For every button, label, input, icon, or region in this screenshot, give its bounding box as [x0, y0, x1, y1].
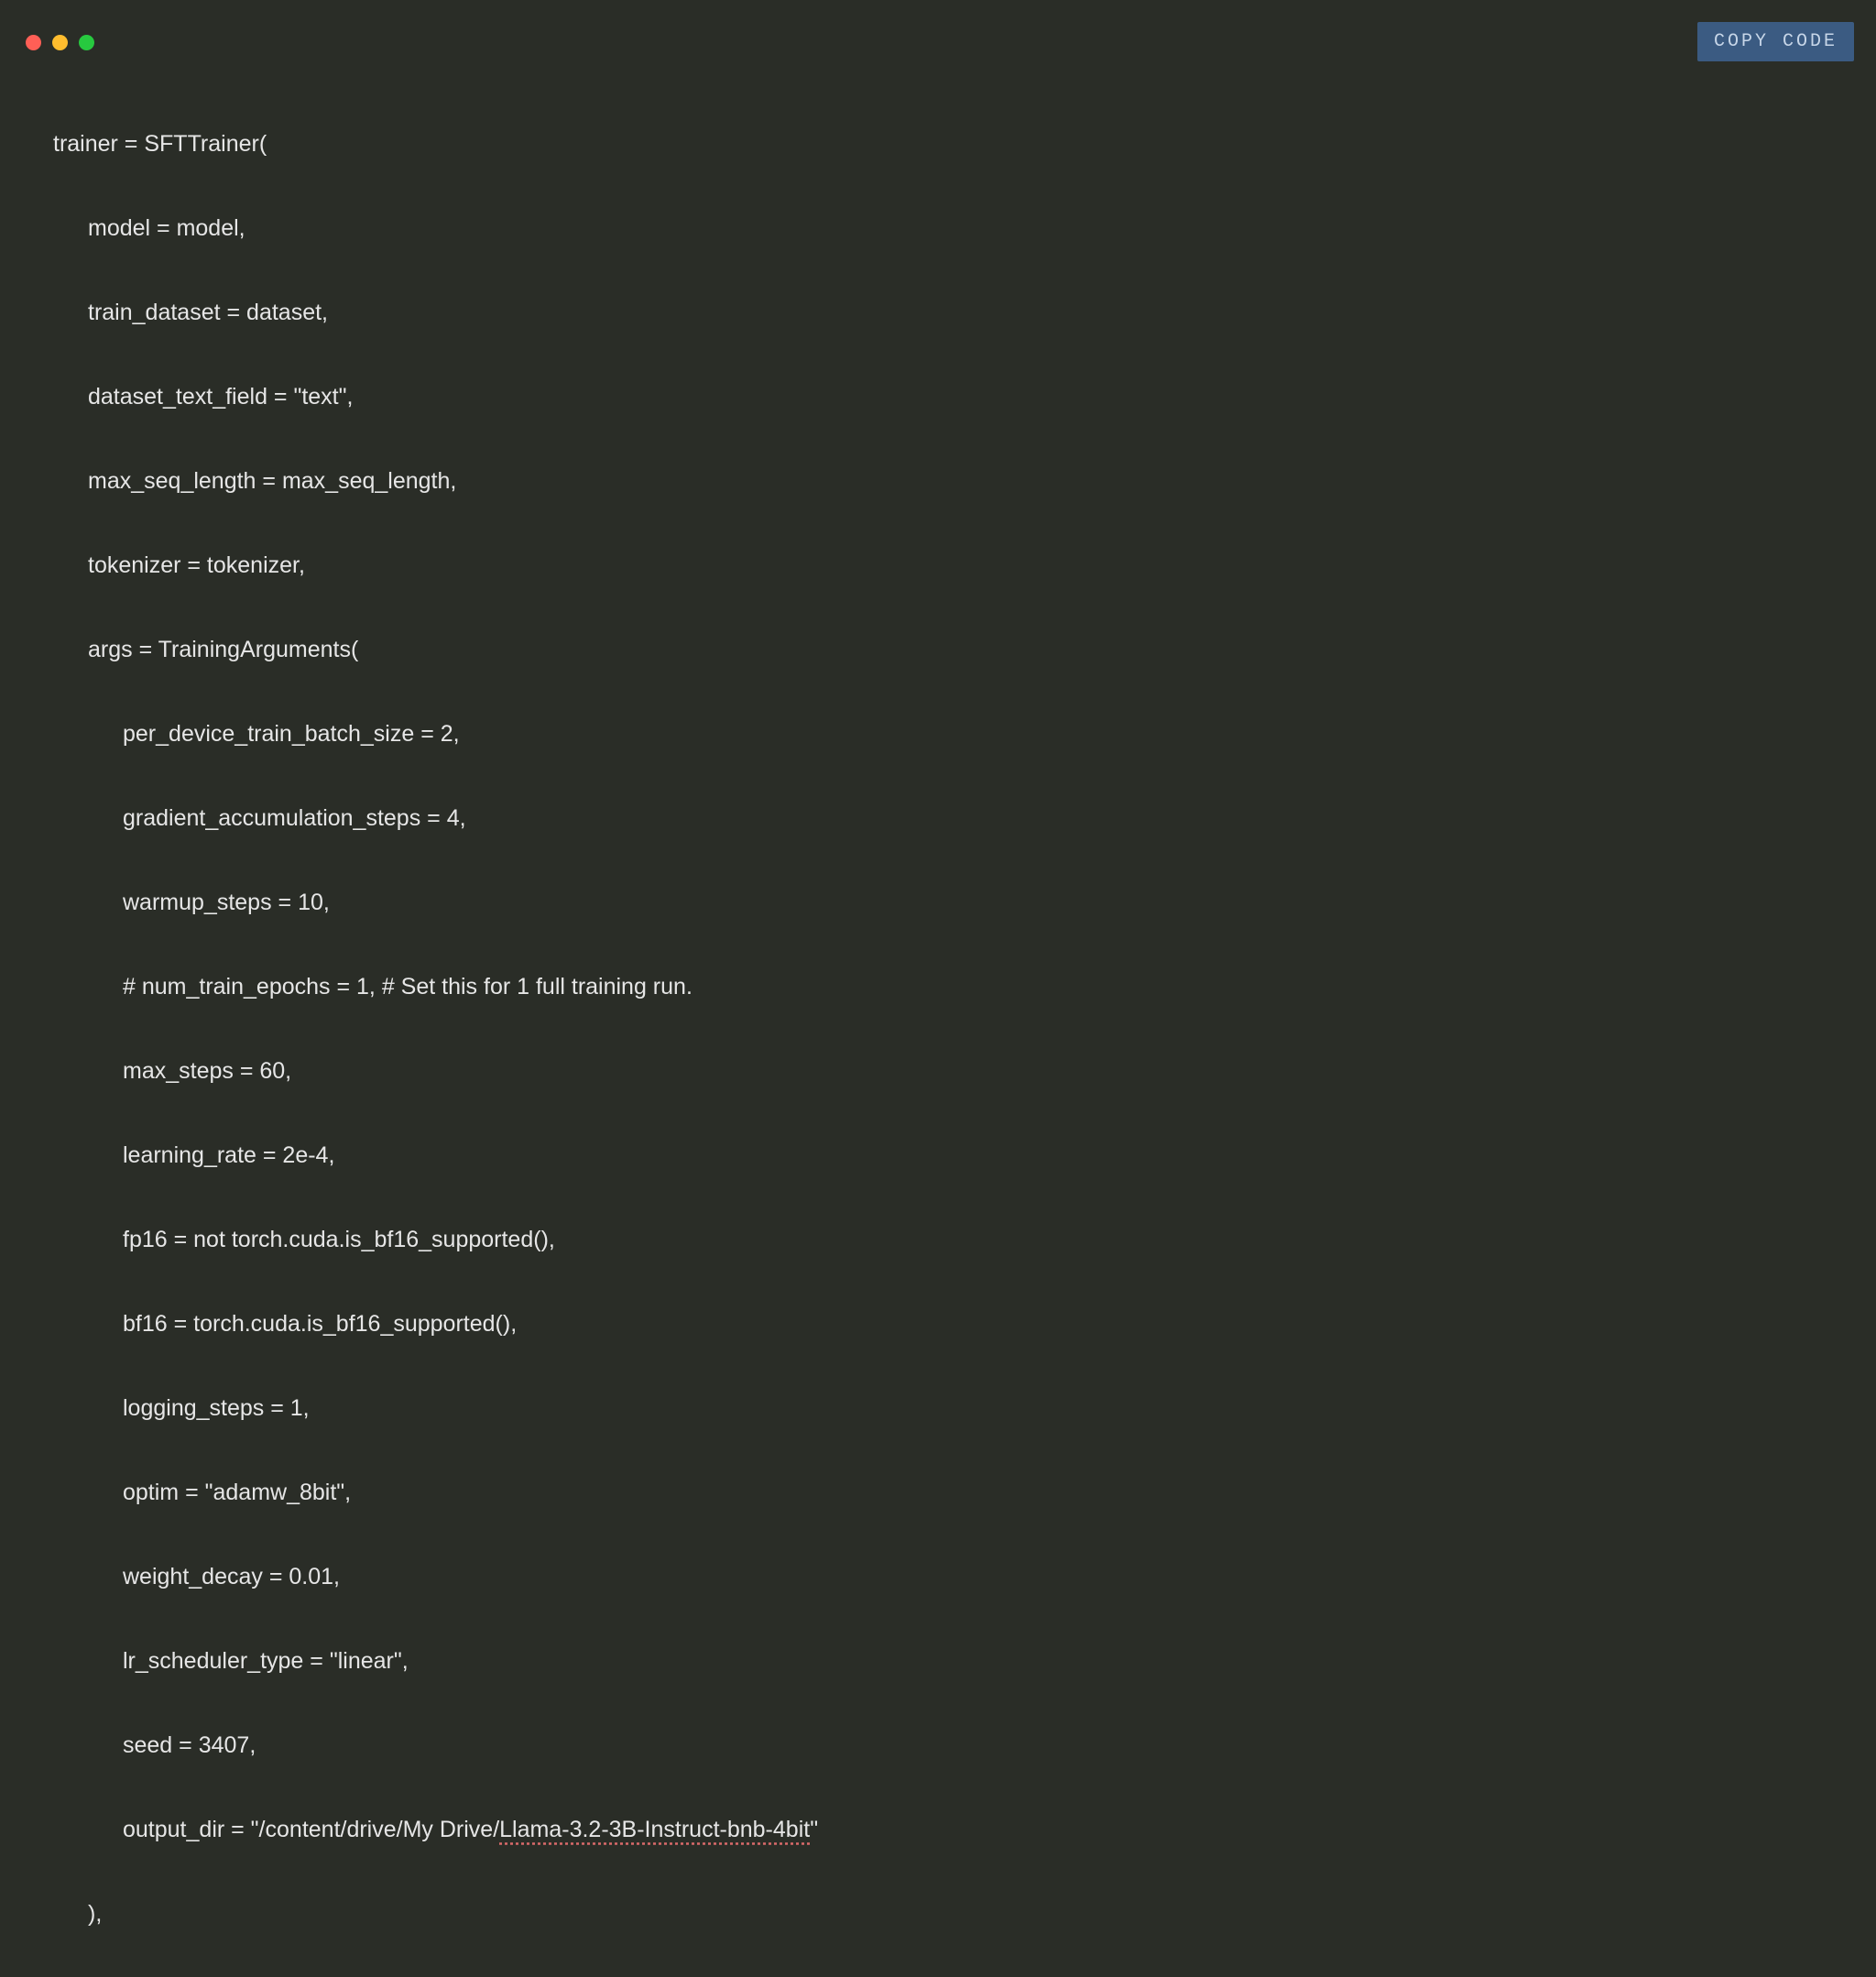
- code-line: per_device_train_batch_size = 2,: [53, 713, 818, 755]
- code-line: max_seq_length = max_seq_length,: [53, 460, 818, 502]
- code-line: args = TrainingArguments(: [53, 628, 818, 671]
- code-line: warmup_steps = 10,: [53, 881, 818, 923]
- code-line: ),: [53, 1893, 818, 1935]
- code-line: weight_decay = 0.01,: [53, 1556, 818, 1598]
- copy-code-button[interactable]: COPY CODE: [1697, 22, 1854, 61]
- code-line: learning_rate = 2e-4,: [53, 1134, 818, 1176]
- code-line: optim = "adamw_8bit",: [53, 1471, 818, 1513]
- code-line: gradient_accumulation_steps = 4,: [53, 797, 818, 839]
- maximize-icon[interactable]: [79, 35, 94, 50]
- code-line: tokenizer = tokenizer,: [53, 544, 818, 586]
- code-block: trainer = SFTTrainer( model = model, tra…: [53, 81, 818, 1977]
- code-line: seed = 3407,: [53, 1724, 818, 1766]
- window-controls: [26, 35, 94, 50]
- spellcheck-underline: Llama-3.2-3B-Instruct-bnb-4bit: [499, 1817, 810, 1842]
- code-line: logging_steps = 1,: [53, 1387, 818, 1429]
- code-line: bf16 = torch.cuda.is_bf16_supported(),: [53, 1303, 818, 1345]
- code-line: # num_train_epochs = 1, # Set this for 1…: [53, 966, 818, 1008]
- close-icon[interactable]: [26, 35, 41, 50]
- code-line: model = model,: [53, 207, 818, 249]
- minimize-icon[interactable]: [52, 35, 68, 50]
- code-line: max_steps = 60,: [53, 1050, 818, 1092]
- code-line: output_dir = "/content/drive/My Drive/Ll…: [53, 1808, 818, 1851]
- code-line: dataset_text_field = "text",: [53, 376, 818, 418]
- code-text: ": [810, 1817, 818, 1842]
- code-line: lr_scheduler_type = "linear",: [53, 1640, 818, 1682]
- code-text: output_dir = "/content/drive/My Drive/: [123, 1817, 499, 1842]
- code-line: trainer = SFTTrainer(: [53, 123, 818, 165]
- code-line: train_dataset = dataset,: [53, 291, 818, 333]
- code-line: fp16 = not torch.cuda.is_bf16_supported(…: [53, 1218, 818, 1261]
